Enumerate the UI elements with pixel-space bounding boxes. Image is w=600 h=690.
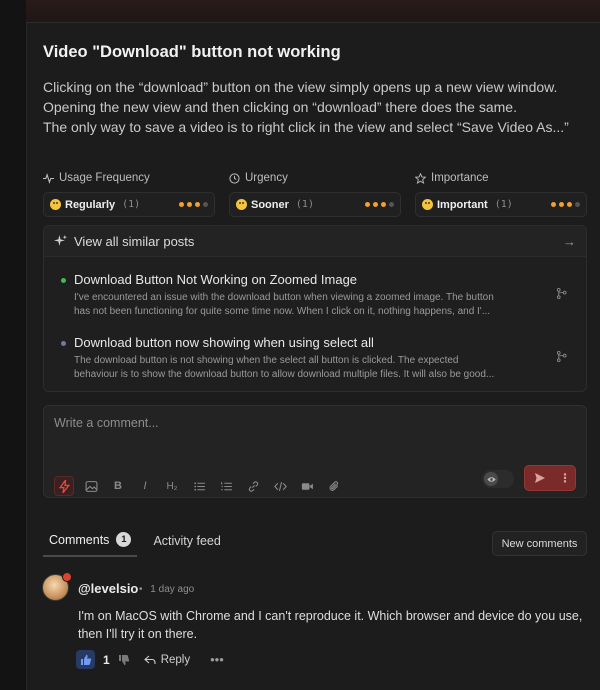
level-dots: [365, 202, 394, 207]
attribute-label: Importance: [431, 172, 489, 184]
tab-activity-feed[interactable]: Activity feed: [147, 530, 226, 556]
merge-icon[interactable]: [556, 349, 567, 367]
link-icon[interactable]: [243, 476, 263, 496]
merge-icon[interactable]: [556, 286, 567, 304]
italic-icon[interactable]: I: [135, 476, 155, 496]
tab-label: Comments: [49, 532, 110, 547]
eye-icon: [484, 472, 498, 486]
comment-actions: 1 Reply •••: [76, 650, 224, 669]
arrow-right-icon[interactable]: →: [563, 234, 576, 249]
reply-button[interactable]: Reply: [143, 653, 191, 666]
similar-post-title[interactable]: Download Button Not Working on Zoomed Im…: [74, 272, 357, 287]
lightning-icon[interactable]: [54, 476, 74, 496]
like-count: 1: [103, 652, 110, 667]
verified-badge-icon: [62, 572, 72, 582]
attribute-label: Usage Frequency: [59, 172, 150, 184]
attribute-value: Regularly: [65, 198, 116, 211]
level-dot: [195, 202, 200, 207]
similar-post-title[interactable]: Download button now showing when using s…: [74, 335, 374, 350]
comment-count-badge: 1: [116, 532, 132, 547]
visibility-toggle[interactable]: [482, 470, 514, 488]
numbered-list-icon[interactable]: [216, 476, 236, 496]
attribute-count: (1): [295, 199, 314, 210]
formatting-toolbar: B I H₂: [54, 476, 344, 496]
level-dots: [551, 202, 580, 207]
post-panel: Video "Download" button not working Clic…: [26, 22, 600, 690]
level-dot: [179, 202, 184, 207]
bold-icon[interactable]: B: [108, 476, 128, 496]
post-title: Video "Download" button not working: [43, 43, 341, 61]
sparkle-icon: [54, 234, 67, 246]
level-dot: [567, 202, 572, 207]
attachment-icon[interactable]: [324, 476, 344, 496]
similar-post-item[interactable]: Download Button Not Working on Zoomed Im…: [44, 272, 586, 322]
description-line: The only way to save a video is to right…: [43, 119, 569, 135]
attribute-selector[interactable]: Important (1): [415, 192, 587, 217]
description-line: Opening the new view and then clicking o…: [43, 99, 517, 115]
post-description: Clicking on the “download” button on the…: [43, 77, 588, 137]
clock-icon: [229, 172, 240, 184]
level-dot: [389, 202, 394, 207]
comment-input[interactable]: Write a comment...: [54, 416, 159, 430]
attribute-count: (1): [494, 199, 513, 210]
attribute-importance: Importance Important (1): [415, 170, 587, 217]
smile-icon: [422, 199, 433, 210]
similar-post-excerpt: I've encountered an issue with the downl…: [74, 292, 494, 317]
smile-icon: [50, 199, 61, 210]
new-comments-button[interactable]: New comments: [492, 531, 587, 556]
code-icon[interactable]: [270, 476, 290, 496]
comment-composer[interactable]: Write a comment... B I H₂ ⋮: [43, 405, 587, 498]
status-dot: [61, 278, 66, 283]
thumbs-down-icon[interactable]: [118, 654, 130, 666]
attribute-urgency: Urgency Sooner (1): [229, 170, 401, 217]
video-icon[interactable]: [297, 476, 317, 496]
attribute-usage-frequency: Usage Frequency Regularly (1): [43, 170, 215, 217]
similar-posts-panel: View all similar posts → Download Button…: [43, 225, 587, 392]
status-dot: [61, 341, 66, 346]
send-icon: [525, 472, 555, 484]
image-icon[interactable]: [81, 476, 101, 496]
level-dot: [187, 202, 192, 207]
more-options-icon[interactable]: ⋮: [555, 471, 575, 485]
reply-icon: [143, 655, 156, 664]
similar-post-item[interactable]: Download button now showing when using s…: [44, 335, 586, 385]
thumbs-up-icon[interactable]: [76, 650, 95, 669]
comment-body: I'm on MacOS with Chrome and I can't rep…: [78, 609, 583, 641]
description-line: Clicking on the “download” button on the…: [43, 79, 558, 95]
level-dot: [365, 202, 370, 207]
tab-comments[interactable]: Comments 1: [43, 528, 138, 557]
similar-posts-title: View all similar posts: [74, 233, 195, 249]
level-dots: [179, 202, 208, 207]
attribute-value: Sooner: [251, 198, 289, 211]
level-dot: [551, 202, 556, 207]
comment-tabs: Comments 1 Activity feed: [43, 528, 227, 557]
send-button[interactable]: ⋮: [524, 465, 576, 491]
attribute-selector[interactable]: Regularly (1): [43, 192, 215, 217]
attribute-value: Important: [437, 198, 488, 211]
tab-label: Activity feed: [153, 533, 221, 548]
reply-label: Reply: [160, 653, 191, 666]
top-banner: [26, 0, 600, 22]
comment-timestamp: • 1 day ago: [139, 584, 194, 595]
activity-icon: [43, 172, 54, 184]
smile-icon: [236, 199, 247, 210]
view-similar-posts-header[interactable]: View all similar posts →: [44, 226, 586, 257]
bullet-list-icon[interactable]: [189, 476, 209, 496]
level-dot: [559, 202, 564, 207]
more-options-icon[interactable]: •••: [210, 652, 224, 667]
separator: •: [139, 584, 143, 595]
attribute-count: (1): [122, 199, 141, 210]
level-dot: [203, 202, 208, 207]
level-dot: [381, 202, 386, 207]
level-dot: [575, 202, 580, 207]
star-icon: [415, 172, 426, 184]
similar-post-excerpt: The download button is not showing when …: [74, 355, 495, 380]
level-dot: [373, 202, 378, 207]
time-ago: 1 day ago: [150, 584, 195, 595]
heading-icon[interactable]: H₂: [162, 476, 182, 496]
attribute-label: Urgency: [245, 172, 288, 184]
comment-author[interactable]: @levelsio: [78, 581, 138, 596]
attribute-selector[interactable]: Sooner (1): [229, 192, 401, 217]
